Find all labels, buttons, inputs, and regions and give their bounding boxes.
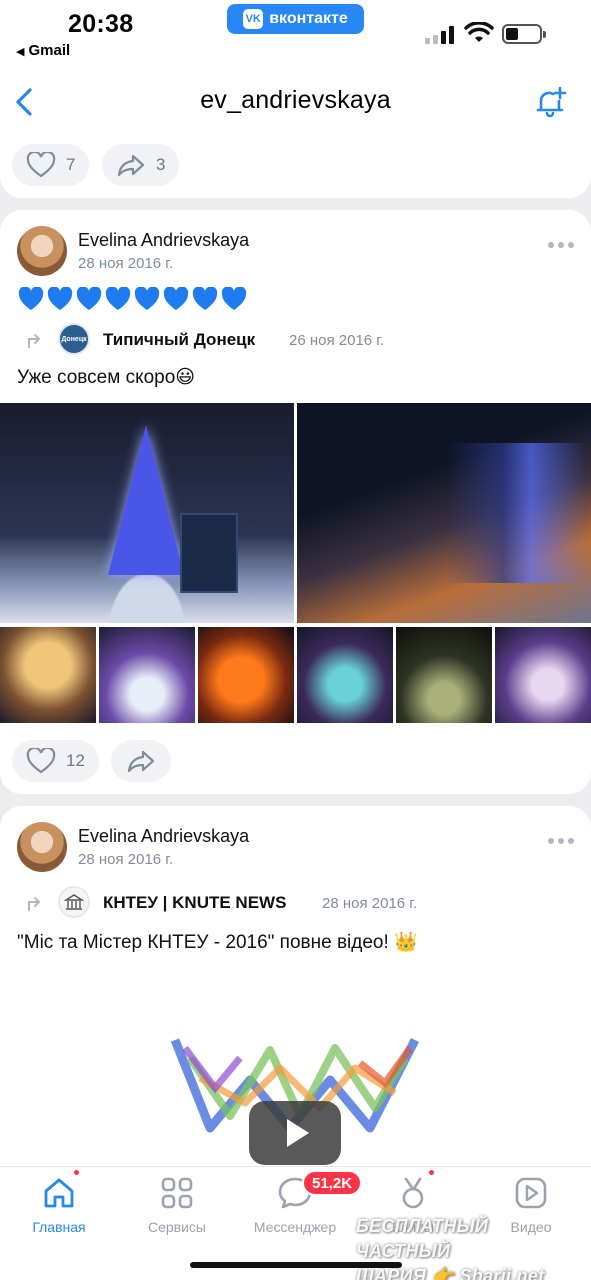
blue-heart-emoji [163, 287, 189, 310]
post-text-hearts [18, 287, 247, 311]
wifi-icon [464, 22, 494, 42]
post-author[interactable]: Evelina Andrievskaya [78, 826, 249, 847]
post-author[interactable]: Evelina Andrievskaya [78, 230, 249, 251]
repost-arrow-icon [28, 897, 40, 911]
status-time: 20:38 [68, 10, 134, 38]
vk-app-pill: VK вконтакте [227, 4, 364, 34]
play-button-icon[interactable] [249, 1101, 341, 1165]
video-icon [515, 1177, 547, 1209]
repost-date[interactable]: 26 ноя 2016 г. [289, 332, 384, 349]
repost-group-name[interactable]: КНТЕУ | KNUTE NEWS [103, 893, 286, 913]
photo-thumbnail[interactable] [0, 627, 96, 723]
share-button[interactable] [111, 740, 171, 782]
photo-thumbnail[interactable] [396, 627, 492, 723]
blue-heart-emoji [47, 287, 73, 310]
university-emblem-icon [64, 894, 84, 910]
like-button[interactable]: 7 [12, 144, 90, 186]
blue-heart-emoji [18, 287, 44, 310]
like-count: 12 [66, 751, 85, 770]
post-date[interactable]: 28 ноя 2016 г. [78, 851, 173, 868]
group-avatar[interactable]: Донецк [58, 323, 90, 355]
like-button[interactable]: 12 [12, 740, 99, 782]
more-options-icon[interactable] [548, 242, 576, 250]
post-card: Evelina Andrievskaya 28 ноя 2016 г. Доне… [0, 210, 591, 794]
page-title: ev_andrievskaya [200, 86, 391, 114]
tab-label: Главная [32, 1219, 86, 1235]
home-indicator [190, 1262, 402, 1268]
heart-outline-icon [26, 748, 56, 774]
battery-icon [502, 24, 546, 44]
tab-home[interactable]: Главная [4, 1175, 114, 1235]
share-button[interactable]: 3 [102, 144, 180, 186]
more-options-icon[interactable] [548, 838, 576, 846]
photo-thumbnail[interactable] [495, 627, 591, 723]
share-arrow-icon [127, 750, 155, 773]
watermark-line-1: БЕСПЛАТНЫЙ ЧАСТНЫЙ [356, 1216, 489, 1261]
share-arrow-icon [117, 154, 145, 177]
services-icon [161, 1177, 193, 1209]
photo-christmas-tree[interactable] [0, 403, 294, 623]
avatar[interactable] [17, 226, 67, 276]
tab-label: Сервисы [147, 1219, 206, 1235]
photo-thumbnail[interactable] [99, 627, 195, 723]
blue-heart-emoji [76, 287, 102, 310]
video-preview[interactable] [0, 988, 591, 1168]
like-count: 7 [66, 155, 76, 174]
vk-pill-label: вконтакте [269, 10, 348, 27]
previous-post-card: 7 3 [0, 118, 591, 198]
vk-logo-icon: VK [243, 9, 264, 29]
blue-heart-emoji [134, 287, 160, 310]
heart-outline-icon [26, 152, 56, 178]
share-count: 3 [156, 155, 166, 174]
photo-night-street[interactable] [297, 403, 591, 623]
blue-heart-emoji [192, 287, 218, 310]
home-notification-dot [72, 1168, 81, 1177]
status-bar: 20:38 ◀ Gmail VK вконтакте [0, 0, 591, 66]
back-triangle-icon: ◀ [16, 46, 25, 58]
repost-date[interactable]: 28 ноя 2016 г. [322, 895, 417, 912]
tab-label: Мессенджер [253, 1219, 337, 1235]
messenger-unread-badge: 51,2K [302, 1170, 363, 1196]
home-icon [44, 1178, 74, 1208]
clips-notification-dot [427, 1168, 436, 1177]
photo-thumbnail[interactable] [198, 627, 294, 723]
back-app-label: Gmail [28, 42, 71, 59]
blue-heart-emoji [105, 287, 131, 310]
tab-services[interactable]: Сервисы [122, 1175, 232, 1235]
photo-thumbnail[interactable] [297, 627, 393, 723]
post-text: Уже совсем скоро😃 [17, 367, 196, 388]
back-to-app-link[interactable]: ◀ Gmail [16, 42, 70, 59]
post-date[interactable]: 28 ноя 2016 г. [78, 255, 173, 272]
post-text: "Міс та Містер КНТЕУ - 2016" повне відео… [17, 932, 418, 953]
signal-icon [425, 26, 454, 44]
watermark: БЕСПЛАТНЫЙ ЧАСТНЫЙ ШАРИЯ 👉 Sharij.net [356, 1214, 581, 1280]
avatar[interactable] [17, 822, 67, 872]
repost-group-name[interactable]: Типичный Донецк [103, 330, 255, 350]
clips-icon [402, 1177, 424, 1209]
blue-heart-emoji [221, 287, 247, 310]
repost-arrow-icon [28, 334, 40, 348]
subscribe-bell-icon[interactable] [532, 84, 568, 120]
group-avatar[interactable] [58, 886, 90, 918]
